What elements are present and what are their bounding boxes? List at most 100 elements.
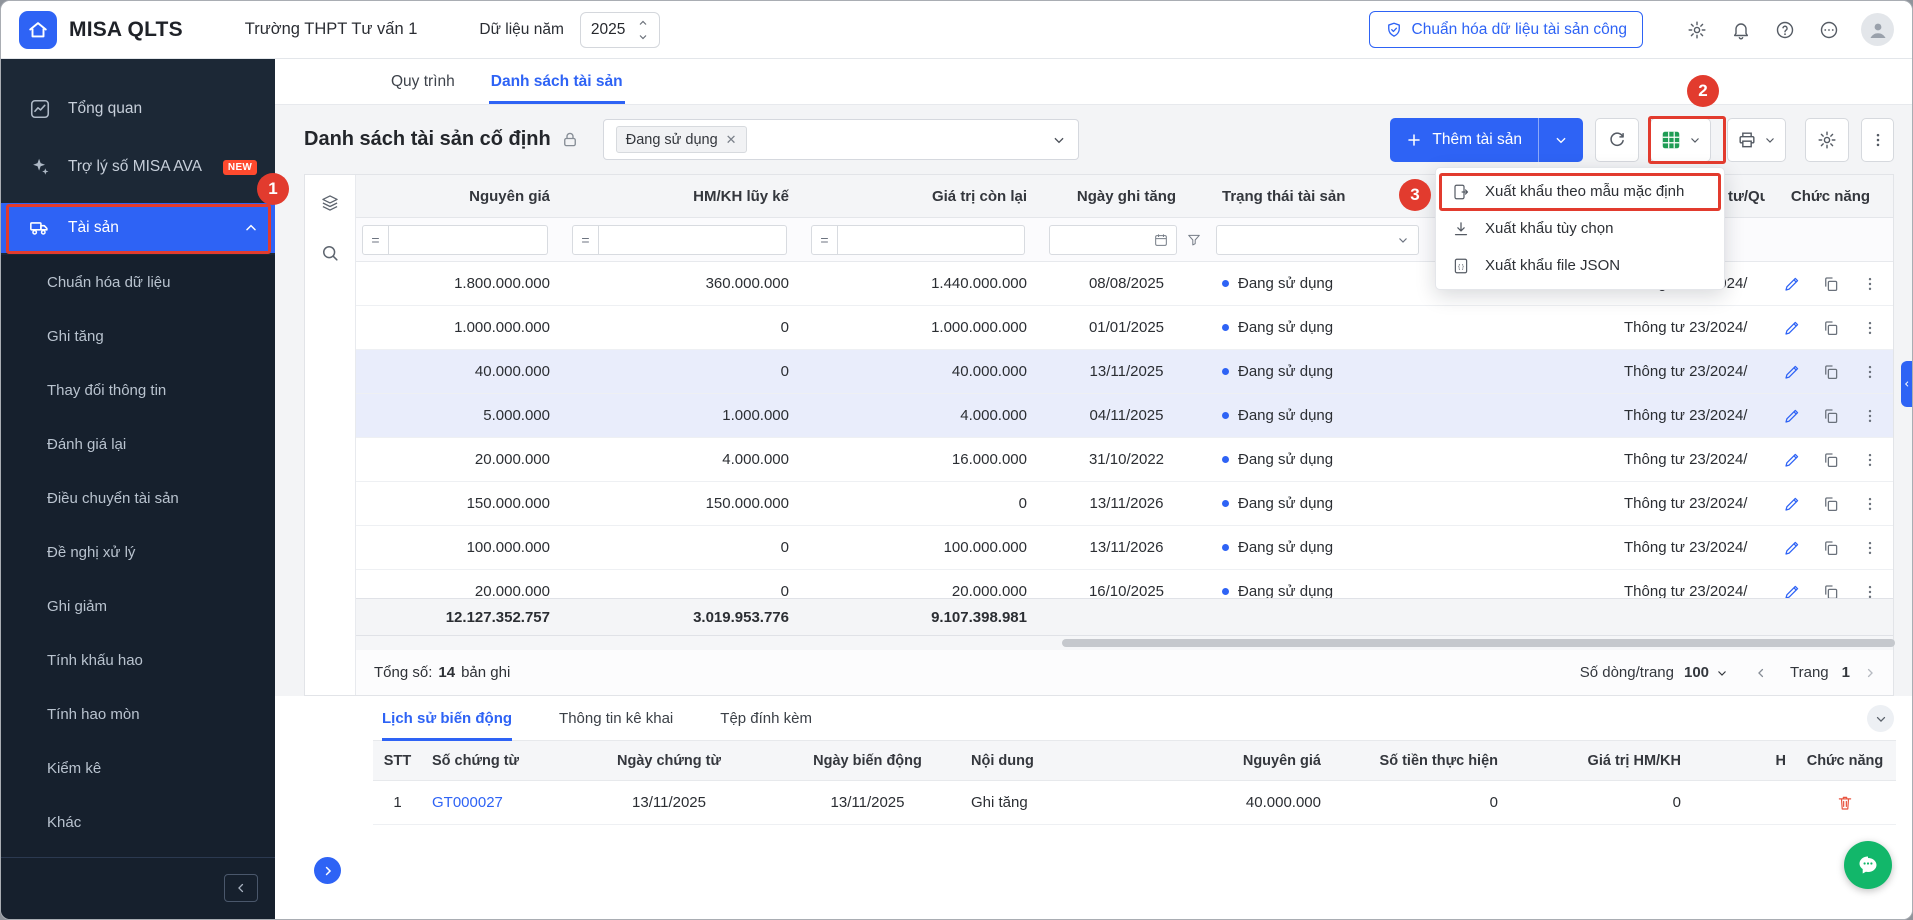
tab-tep-dinh-kem[interactable]: Tệp đính kèm xyxy=(720,696,812,740)
col-header-so-tien-thuc-hien[interactable]: Số tiền thực hiện xyxy=(1337,753,1514,769)
asset-row[interactable]: 100.000.0000100.000.00013/11/2026Đang sử… xyxy=(356,526,1893,570)
table-settings-button[interactable] xyxy=(1805,118,1849,162)
sidebar-subitem-de-nghi-xu-ly[interactable]: Đề nghị xử lý xyxy=(1,525,275,579)
year-select[interactable]: 2025 xyxy=(580,12,660,48)
row-more-icon[interactable] xyxy=(1861,275,1879,293)
edit-icon[interactable] xyxy=(1783,495,1801,513)
col-header-chuc-nang[interactable]: Chức năng xyxy=(1794,753,1896,769)
asset-row[interactable]: 5.000.0001.000.0004.000.00004/11/2025Đan… xyxy=(356,394,1893,438)
col-header-gia-tri-con-lai[interactable]: Giá trị còn lại xyxy=(805,188,1043,205)
copy-icon[interactable] xyxy=(1822,407,1840,425)
detail-table-row[interactable]: 1 GT000027 13/11/2025 13/11/2025 Ghi tăn… xyxy=(373,781,1896,825)
sidebar-subitem-ghi-tang[interactable]: Ghi tăng xyxy=(1,309,275,363)
col-header-h[interactable]: H xyxy=(1697,753,1794,769)
edit-icon[interactable] xyxy=(1783,451,1801,469)
menu-item-export-custom[interactable]: Xuất khẩu tùy chọn xyxy=(1436,210,1724,247)
app-logo[interactable] xyxy=(19,11,57,49)
equals-operator[interactable]: = xyxy=(811,225,838,255)
search-icon[interactable] xyxy=(320,243,340,263)
funnel-icon[interactable] xyxy=(1186,232,1202,248)
more-actions-button[interactable] xyxy=(1861,118,1894,162)
sidebar-subitem-ghi-giam[interactable]: Ghi giảm xyxy=(1,579,275,633)
tab-lich-su-bien-dong[interactable]: Lịch sử biến động xyxy=(382,696,512,740)
filter-input-nguyen-gia[interactable] xyxy=(389,225,548,255)
right-panel-expander[interactable] xyxy=(1901,361,1912,407)
add-asset-dropdown-button[interactable] xyxy=(1538,118,1583,162)
asset-row[interactable]: 20.000.0004.000.00016.000.00031/10/2022Đ… xyxy=(356,438,1893,482)
expand-rail-button[interactable] xyxy=(314,857,341,884)
export-excel-button[interactable] xyxy=(1650,118,1711,162)
print-button[interactable] xyxy=(1727,118,1786,162)
copy-icon[interactable] xyxy=(1822,275,1840,293)
sidebar-subitem-tinh-hao-mon[interactable]: Tính hao mòn xyxy=(1,687,275,741)
layers-icon[interactable] xyxy=(320,193,340,213)
col-header-noi-dung[interactable]: Nội dung xyxy=(959,753,1148,769)
sidebar-item-tai-san[interactable]: Tài sản xyxy=(1,203,275,253)
settings-icon[interactable] xyxy=(1685,20,1709,40)
menu-item-export-default-template[interactable]: Xuất khẩu theo mẫu mặc định xyxy=(1436,173,1724,210)
row-more-icon[interactable] xyxy=(1861,363,1879,381)
col-header-trang-thai[interactable]: Trạng thái tài sản xyxy=(1210,188,1429,205)
equals-operator[interactable]: = xyxy=(572,225,599,255)
sidebar-subitem-tinh-khau-hao[interactable]: Tính khấu hao xyxy=(1,633,275,687)
col-header-so-chung-tu[interactable]: Số chứng từ xyxy=(422,753,562,769)
filter-input-hmkh[interactable] xyxy=(599,225,787,255)
col-header-nguyen-gia[interactable]: Nguyên giá xyxy=(1148,753,1337,769)
filter-date-input[interactable] xyxy=(1049,225,1177,255)
copy-icon[interactable] xyxy=(1822,363,1840,381)
col-header-ngay-bien-dong[interactable]: Ngày biến động xyxy=(776,753,959,769)
asset-row[interactable]: 40.000.000040.000.00013/11/2025Đang sử d… xyxy=(356,350,1893,394)
collapse-detail-button[interactable] xyxy=(1867,705,1894,732)
edit-icon[interactable] xyxy=(1783,363,1801,381)
sidebar-subitem-danh-gia-lai[interactable]: Đánh giá lại xyxy=(1,417,275,471)
row-more-icon[interactable] xyxy=(1861,319,1879,337)
sidebar-item-tro-ly-so[interactable]: Trợ lý số MISA AVA NEW xyxy=(1,143,275,191)
col-header-gia-tri-hmkh[interactable]: Giá trị HM/KH xyxy=(1514,753,1697,769)
col-header-ngay-chung-tu[interactable]: Ngày chứng từ xyxy=(562,753,776,769)
tab-thong-tin-ke-khai[interactable]: Thông tin kê khai xyxy=(559,696,673,740)
per-page-select[interactable]: 100 xyxy=(1684,664,1728,681)
col-header-nguyen-gia[interactable]: Nguyên giá xyxy=(356,188,566,205)
col-header-ngay-ghi-tang[interactable]: Ngày ghi tăng xyxy=(1043,188,1210,205)
row-more-icon[interactable] xyxy=(1861,407,1879,425)
notifications-icon[interactable] xyxy=(1729,20,1753,40)
sidebar-subitem-dieu-chuyen[interactable]: Điều chuyển tài sản xyxy=(1,471,275,525)
asset-row[interactable]: 1.000.000.00001.000.000.00001/01/2025Đan… xyxy=(356,306,1893,350)
edit-icon[interactable] xyxy=(1783,319,1801,337)
refresh-button[interactable] xyxy=(1595,118,1639,162)
next-page-icon[interactable] xyxy=(1863,666,1877,680)
help-icon[interactable] xyxy=(1773,20,1797,40)
sidebar-collapse-button[interactable] xyxy=(224,874,258,902)
year-stepper[interactable] xyxy=(637,17,649,43)
sidebar-item-tong-quan[interactable]: Tổng quan xyxy=(1,85,275,133)
row-more-icon[interactable] xyxy=(1861,539,1879,557)
tab-danh-sach-tai-san[interactable]: Danh sách tài sản xyxy=(491,59,623,104)
asset-row[interactable]: 150.000.000150.000.000013/11/2026Đang sử… xyxy=(356,482,1893,526)
add-asset-button[interactable]: Thêm tài sản xyxy=(1390,118,1538,162)
org-name[interactable]: Trường THPT Tư vấn 1 xyxy=(245,20,418,39)
copy-icon[interactable] xyxy=(1822,319,1840,337)
row-more-icon[interactable] xyxy=(1861,495,1879,513)
sidebar-subitem-chuan-hoa[interactable]: Chuẩn hóa dữ liệu xyxy=(1,255,275,309)
more-apps-icon[interactable] xyxy=(1817,20,1841,40)
equals-operator[interactable]: = xyxy=(362,225,389,255)
copy-icon[interactable] xyxy=(1822,539,1840,557)
avatar[interactable] xyxy=(1861,13,1894,46)
status-filter-select[interactable]: Đang sử dụng ✕ xyxy=(603,119,1079,160)
horizontal-scrollbar[interactable] xyxy=(356,636,1893,650)
scrollbar-thumb[interactable] xyxy=(1062,639,1895,647)
edit-icon[interactable] xyxy=(1783,407,1801,425)
filter-input-gia-tri-con-lai[interactable] xyxy=(838,225,1025,255)
edit-icon[interactable] xyxy=(1783,275,1801,293)
copy-icon[interactable] xyxy=(1822,495,1840,513)
document-link[interactable]: GT000027 xyxy=(422,794,562,811)
row-more-icon[interactable] xyxy=(1861,451,1879,469)
sidebar-subitem-thay-doi[interactable]: Thay đổi thông tin xyxy=(1,363,275,417)
copy-icon[interactable] xyxy=(1822,451,1840,469)
menu-item-export-json[interactable]: { } Xuất khẩu file JSON xyxy=(1436,247,1724,284)
row-more-icon[interactable] xyxy=(1861,583,1879,599)
remove-chip-icon[interactable]: ✕ xyxy=(726,132,737,148)
col-header-stt[interactable]: STT xyxy=(373,753,422,769)
sidebar-subitem-khac[interactable]: Khác xyxy=(1,795,275,849)
tab-quy-trinh[interactable]: Quy trình xyxy=(391,59,455,104)
